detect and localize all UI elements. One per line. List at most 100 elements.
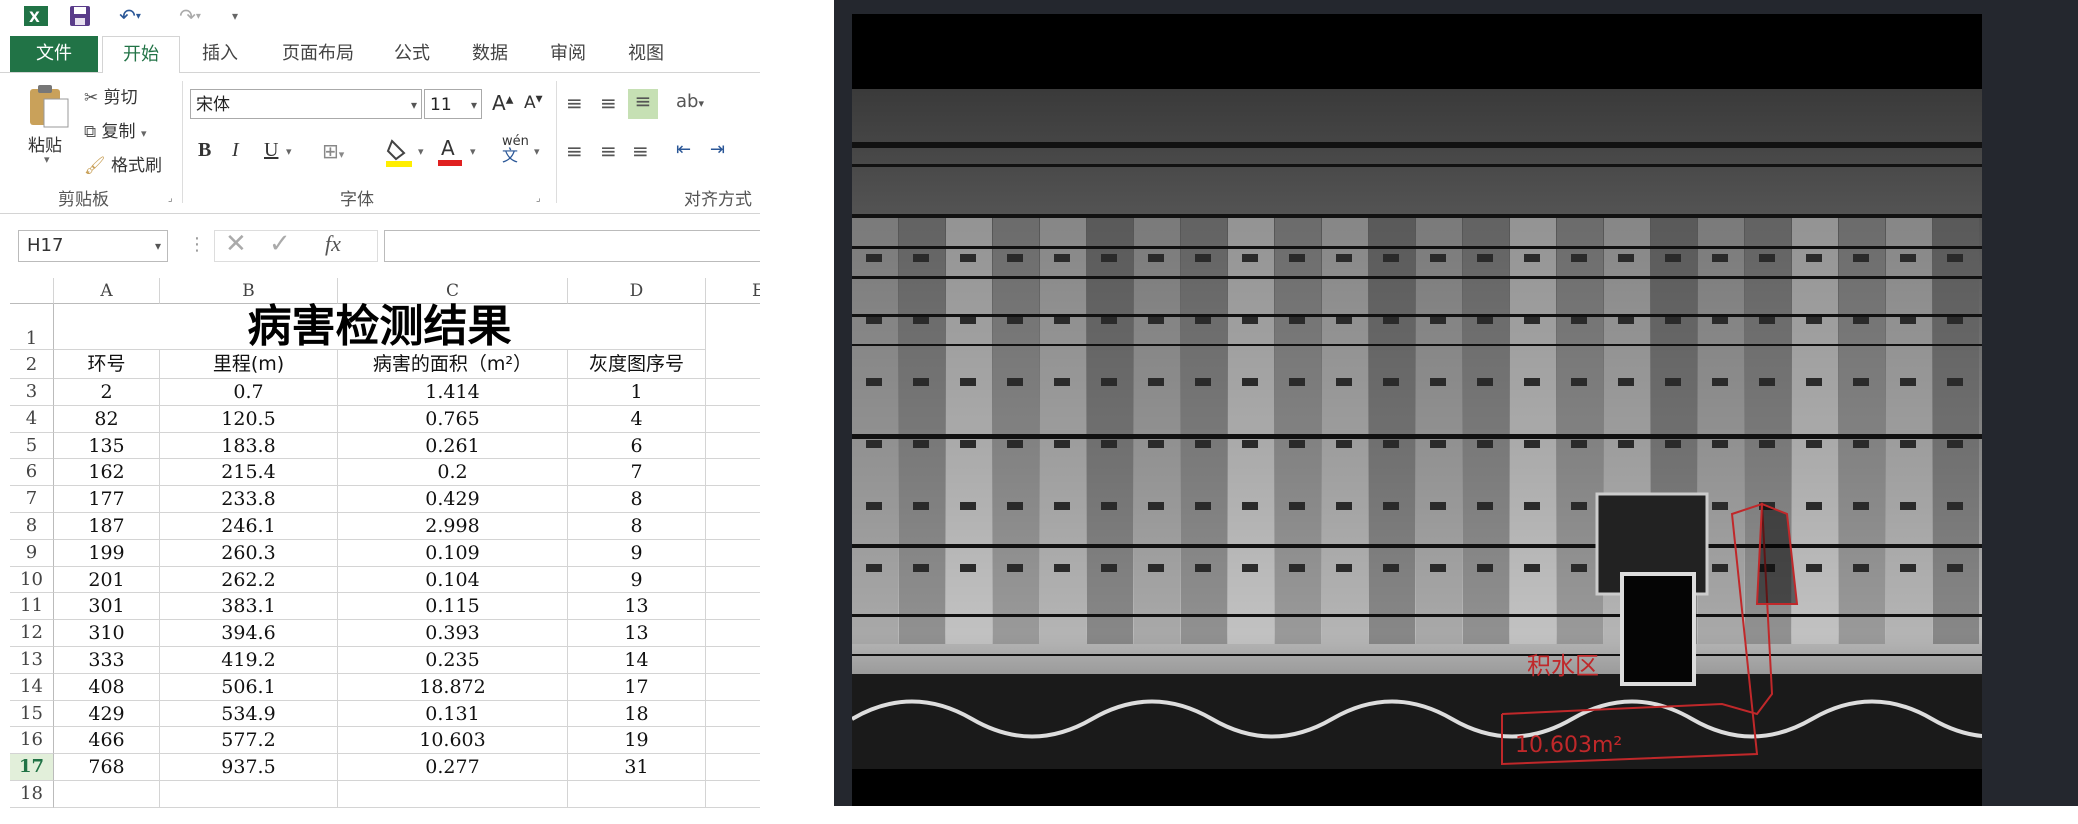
empty-cell[interactable] xyxy=(706,593,760,621)
name-box[interactable]: H17 ▾ xyxy=(18,230,168,262)
table-cell[interactable]: 0.104 xyxy=(338,566,568,594)
align-center-icon[interactable]: ≡ xyxy=(600,139,617,163)
tab-insert[interactable]: 插入 xyxy=(184,36,256,72)
empty-cell[interactable] xyxy=(706,379,760,406)
table-cell[interactable]: 1.414 xyxy=(338,379,568,406)
undo-icon[interactable]: ↶ ▾ xyxy=(108,4,152,28)
table-cell[interactable]: 8 xyxy=(568,513,706,540)
borders-icon[interactable]: ⊞▾ xyxy=(322,139,344,163)
table-cell[interactable]: 215.4 xyxy=(160,459,338,487)
table-cell[interactable]: 8 xyxy=(568,486,706,513)
table-cell[interactable]: 7 xyxy=(568,459,706,487)
empty-cell[interactable] xyxy=(706,513,760,540)
table-cell[interactable]: 506.1 xyxy=(160,673,338,701)
empty-cell[interactable] xyxy=(160,781,338,808)
clipboard-launcher-icon[interactable]: ⌟ xyxy=(168,193,173,204)
table-cell[interactable]: 0.115 xyxy=(338,593,568,621)
tab-view[interactable]: 视图 xyxy=(614,36,678,72)
row-header[interactable]: 12 xyxy=(10,620,54,647)
row-header[interactable]: 2 xyxy=(10,350,54,379)
tunnel-grayscale-scan[interactable]: 积水区 10.603m² xyxy=(852,14,1982,806)
empty-cell[interactable] xyxy=(706,486,760,513)
table-cell[interactable]: 9 xyxy=(568,566,706,594)
empty-cell[interactable] xyxy=(568,781,706,808)
fill-dropdown-icon[interactable]: ▾ xyxy=(418,145,424,158)
empty-cell[interactable] xyxy=(706,567,760,594)
empty-cell[interactable] xyxy=(706,647,760,674)
table-cell[interactable]: 6 xyxy=(568,432,706,460)
table-cell[interactable]: 0.7 xyxy=(160,379,338,406)
customize-qat-icon[interactable]: ▾ xyxy=(226,4,244,28)
table-cell[interactable]: 4 xyxy=(568,405,706,433)
grow-font-icon[interactable]: A▲ xyxy=(492,91,513,115)
empty-cell[interactable] xyxy=(706,754,760,781)
table-cell[interactable]: 0.429 xyxy=(338,486,568,513)
paste-icon[interactable] xyxy=(26,83,72,129)
table-cell[interactable]: 0.261 xyxy=(338,432,568,460)
underline-button[interactable]: U xyxy=(264,139,278,162)
tab-page-layout[interactable]: 页面布局 xyxy=(268,36,368,72)
table-cell[interactable]: 0.277 xyxy=(338,754,568,781)
tab-home[interactable]: 开始 xyxy=(102,36,180,74)
column-header-a[interactable]: A xyxy=(54,278,160,304)
empty-cell[interactable] xyxy=(706,350,760,379)
table-cell[interactable]: 135 xyxy=(54,432,160,460)
row-header[interactable]: 8 xyxy=(10,513,54,540)
copy-button[interactable]: ⧉ 复制 ▾ xyxy=(84,117,146,142)
table-cell[interactable]: 577.2 xyxy=(160,727,338,755)
cut-button[interactable]: ✂ 剪切 xyxy=(84,83,138,108)
row-header[interactable]: 15 xyxy=(10,700,54,728)
table-cell[interactable]: 18 xyxy=(568,700,706,728)
table-cell[interactable]: 18.872 xyxy=(338,673,568,701)
row-header[interactable]: 6 xyxy=(10,459,54,487)
table-cell[interactable]: 260.3 xyxy=(160,539,338,567)
tab-file[interactable]: 文件 xyxy=(10,36,98,72)
align-middle-icon[interactable]: ≡ xyxy=(600,91,617,115)
table-cell[interactable]: 10.603 xyxy=(338,727,568,755)
table-cell[interactable]: 9 xyxy=(568,539,706,567)
bold-button[interactable]: B xyxy=(198,139,211,162)
table-cell[interactable]: 17 xyxy=(568,673,706,701)
table-cell[interactable]: 394.6 xyxy=(160,620,338,647)
tab-formulas[interactable]: 公式 xyxy=(380,36,444,72)
column-title[interactable]: 里程(m) xyxy=(160,350,338,379)
enter-icon[interactable]: ✓ xyxy=(269,229,291,259)
column-title[interactable]: 病害的面积（m²） xyxy=(338,350,568,379)
row-header[interactable]: 4 xyxy=(10,405,54,433)
empty-cell[interactable] xyxy=(706,701,760,728)
table-cell[interactable]: 13 xyxy=(568,620,706,647)
row-header[interactable]: 17 xyxy=(10,754,54,781)
table-cell[interactable]: 183.8 xyxy=(160,432,338,460)
table-cell[interactable]: 187 xyxy=(54,513,160,540)
table-cell[interactable]: 333 xyxy=(54,647,160,674)
row-header[interactable]: 10 xyxy=(10,566,54,594)
font-size-combo[interactable]: 11 ▾ xyxy=(424,89,482,119)
empty-cell[interactable] xyxy=(706,406,760,433)
table-cell[interactable]: 13 xyxy=(568,593,706,621)
select-all-corner[interactable] xyxy=(10,278,54,304)
empty-cell[interactable] xyxy=(706,540,760,567)
more-options-icon[interactable]: ⋮ xyxy=(188,234,206,255)
row-header[interactable]: 13 xyxy=(10,647,54,674)
table-cell[interactable]: 937.5 xyxy=(160,754,338,781)
table-cell[interactable]: 31 xyxy=(568,754,706,781)
table-cell[interactable]: 534.9 xyxy=(160,700,338,728)
align-right-icon[interactable]: ≡ xyxy=(632,139,649,163)
table-cell[interactable]: 301 xyxy=(54,593,160,621)
column-title[interactable]: 环号 xyxy=(54,350,160,379)
table-cell[interactable]: 0.131 xyxy=(338,700,568,728)
table-cell[interactable]: 19 xyxy=(568,727,706,755)
table-cell[interactable]: 383.1 xyxy=(160,593,338,621)
table-cell[interactable]: 419.2 xyxy=(160,647,338,674)
table-cell[interactable]: 162 xyxy=(54,459,160,487)
italic-button[interactable]: I xyxy=(232,139,239,162)
table-cell[interactable]: 1 xyxy=(568,379,706,406)
row-header[interactable]: 3 xyxy=(10,379,54,406)
table-cell[interactable]: 466 xyxy=(54,727,160,755)
row-header[interactable]: 1 xyxy=(10,304,54,350)
empty-cell[interactable] xyxy=(706,674,760,701)
empty-cell[interactable] xyxy=(706,781,760,808)
table-cell[interactable]: 14 xyxy=(568,647,706,674)
font-color-button[interactable]: A xyxy=(438,135,464,172)
row-header[interactable]: 16 xyxy=(10,727,54,755)
